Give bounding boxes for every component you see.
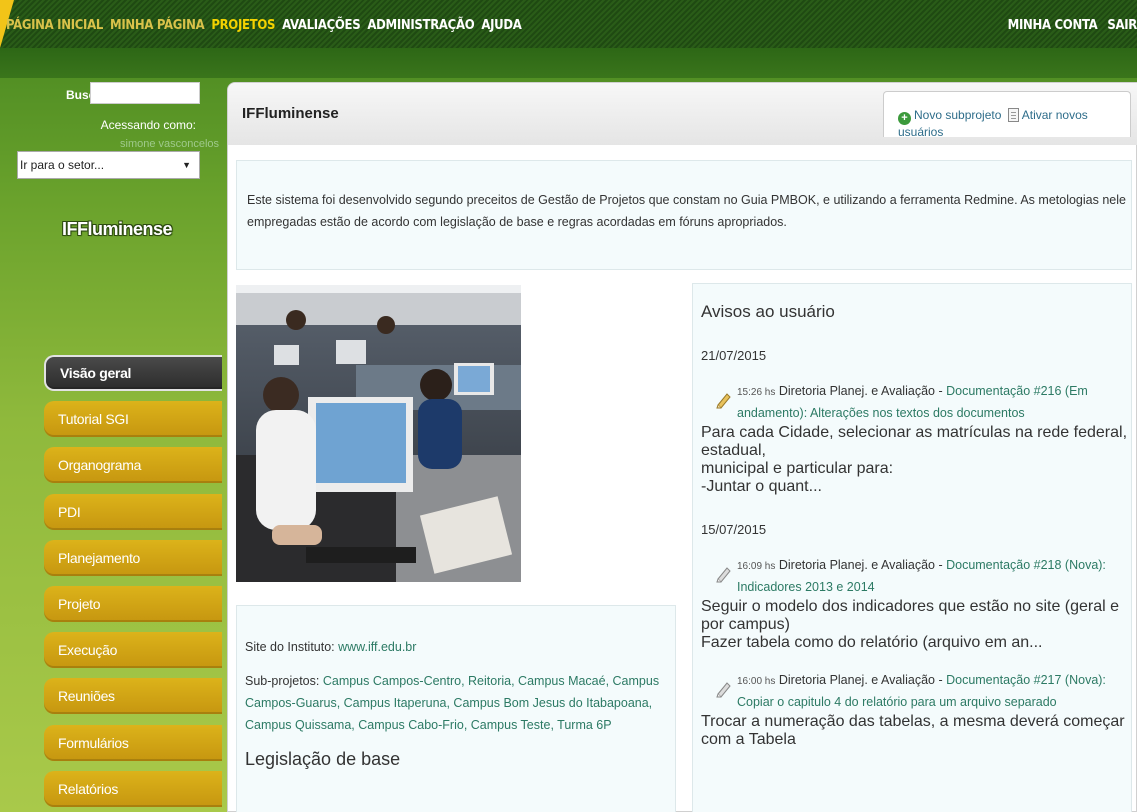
notice-body: Para cada Cidade, selecionar as matrícul… — [701, 424, 1131, 496]
notice-project: Diretoria Planej. e Avaliação - — [778, 384, 943, 398]
menu-item-planejamento[interactable]: Planejamento — [44, 539, 222, 576]
pencil-icon — [715, 565, 733, 588]
nav-sair[interactable]: SAIR — [1107, 18, 1137, 33]
notice-line: municipal e particular para: — [701, 460, 894, 477]
menu-item-relatorios[interactable]: Relatórios — [44, 770, 222, 807]
notice-entry: 16:09 hs Diretoria Planej. e Avaliação -… — [701, 555, 1131, 598]
search-input[interactable] — [90, 82, 200, 104]
main-header: IFFluminense + Novo subprojeto Ativar nov… — [228, 83, 1137, 145]
menu-item-formularios[interactable]: Formulários — [44, 724, 222, 761]
nav-right: MINHA CONTA SAIR — [1008, 18, 1137, 33]
nav-administracao[interactable]: ADMINISTRAÇÃO — [367, 18, 474, 33]
menu-item-reunioes[interactable]: Reuniões — [44, 678, 222, 715]
nav-minha-pagina[interactable]: MINHA PÁGINA — [110, 18, 205, 33]
notice-line: Para cada Cidade, selecionar as matrícul… — [701, 424, 1128, 459]
username[interactable]: simone vasconcelos — [120, 138, 219, 150]
accessing-as-label: Acessando como: — [100, 118, 196, 132]
sector-select[interactable]: Ir para o setor... ▼ — [17, 151, 200, 179]
site-label: Site do Instituto: — [245, 640, 335, 654]
actions-tab: + Novo subprojeto Ativar novos usuários — [883, 91, 1131, 139]
new-subproject-link[interactable]: + Novo subprojeto — [898, 108, 1002, 125]
notice-line: Trocar a numeração das tabelas, a mesma … — [701, 713, 1125, 748]
menu-item-execucao[interactable]: Execução — [44, 632, 222, 669]
notice-entry: 16:00 hs Diretoria Planej. e Avaliação -… — [701, 670, 1131, 713]
notice-line: Fazer tabela como do relatório (arquivo … — [701, 634, 1043, 651]
page-title: IFFluminense — [242, 105, 339, 122]
sector-select-value: Ir para o setor... — [20, 158, 105, 172]
notice-project: Diretoria Planej. e Avaliação - — [778, 673, 943, 687]
notice-time: 16:09 hs — [737, 561, 776, 572]
new-subproject-label: Novo subprojeto — [914, 108, 1002, 122]
notice-body: Trocar a numeração das tabelas, a mesma … — [701, 713, 1131, 749]
subprojects-label: Sub-projetos: — [245, 674, 320, 688]
nav-avaliacoes[interactable]: AVALIAÇÕES — [282, 18, 360, 33]
menu-item-pdi[interactable]: PDI — [44, 493, 222, 530]
notice-line: -Juntar o quant... — [701, 478, 822, 495]
header-stripe — [0, 48, 1137, 78]
nav-left: PÁGINA INICIAL MINHA PÁGINA PROJETOS AVA… — [6, 18, 522, 33]
pencil-icon — [715, 680, 733, 703]
notice-date: 15/07/2015 — [701, 522, 767, 537]
notice-project: Diretoria Planej. e Avaliação - — [778, 558, 943, 572]
notice-date: 21/07/2015 — [701, 348, 767, 363]
add-icon: + — [898, 112, 911, 125]
notice-body: Seguir o modelo dos indicadores que estã… — [701, 598, 1131, 652]
chevron-down-icon: ▼ — [182, 160, 191, 170]
site-link[interactable]: www.iff.edu.br — [338, 640, 416, 654]
sidebar-menu: Visão geral Tutorial SGI Organograma PDI… — [44, 355, 222, 812]
subprojects-row: Sub-projetos: Campus Campos-Centro, Reit… — [245, 670, 665, 736]
menu-item-tutorial-sgi[interactable]: Tutorial SGI — [44, 401, 222, 438]
intro-text: Este sistema foi desenvolvido segundo pr… — [247, 193, 1126, 229]
notice-entry: 15:26 hs Diretoria Planej. e Avaliação -… — [701, 381, 1131, 424]
sidebar-project-name: IFFluminense — [62, 219, 173, 239]
intro-box: Este sistema foi desenvolvido segundo pr… — [236, 160, 1132, 270]
menu-item-visao-geral[interactable]: Visão geral — [44, 355, 222, 391]
institute-info-box: Site do Instituto: www.iff.edu.br Sub-pr… — [236, 605, 676, 812]
notices-title: Avisos ao usuário — [701, 302, 835, 321]
notices-box: Avisos ao usuário 21/07/2015 15:26 hs Di… — [692, 283, 1132, 812]
document-icon — [1007, 108, 1019, 122]
legislation-title: Legislação de base — [245, 749, 401, 769]
top-navigation: PÁGINA INICIAL MINHA PÁGINA PROJETOS AVA… — [0, 0, 1137, 48]
classroom-photo — [236, 285, 521, 582]
nav-pagina-inicial[interactable]: PÁGINA INICIAL — [6, 18, 103, 33]
site-row: Site do Instituto: www.iff.edu.br — [245, 636, 665, 658]
notice-line: Seguir o modelo dos indicadores que estã… — [701, 598, 1120, 633]
nav-minha-conta[interactable]: MINHA CONTA — [1008, 18, 1098, 33]
notice-time: 16:00 hs — [737, 676, 776, 687]
menu-item-organograma[interactable]: Organograma — [44, 447, 222, 484]
notice-time: 15:26 hs — [737, 387, 776, 398]
menu-item-projeto[interactable]: Projeto — [44, 585, 222, 622]
nav-ajuda[interactable]: AJUDA — [481, 18, 521, 33]
main-panel: IFFluminense + Novo subprojeto Ativar nov… — [227, 82, 1137, 812]
nav-projetos[interactable]: PROJETOS — [211, 18, 275, 33]
pencil-icon — [715, 391, 733, 414]
